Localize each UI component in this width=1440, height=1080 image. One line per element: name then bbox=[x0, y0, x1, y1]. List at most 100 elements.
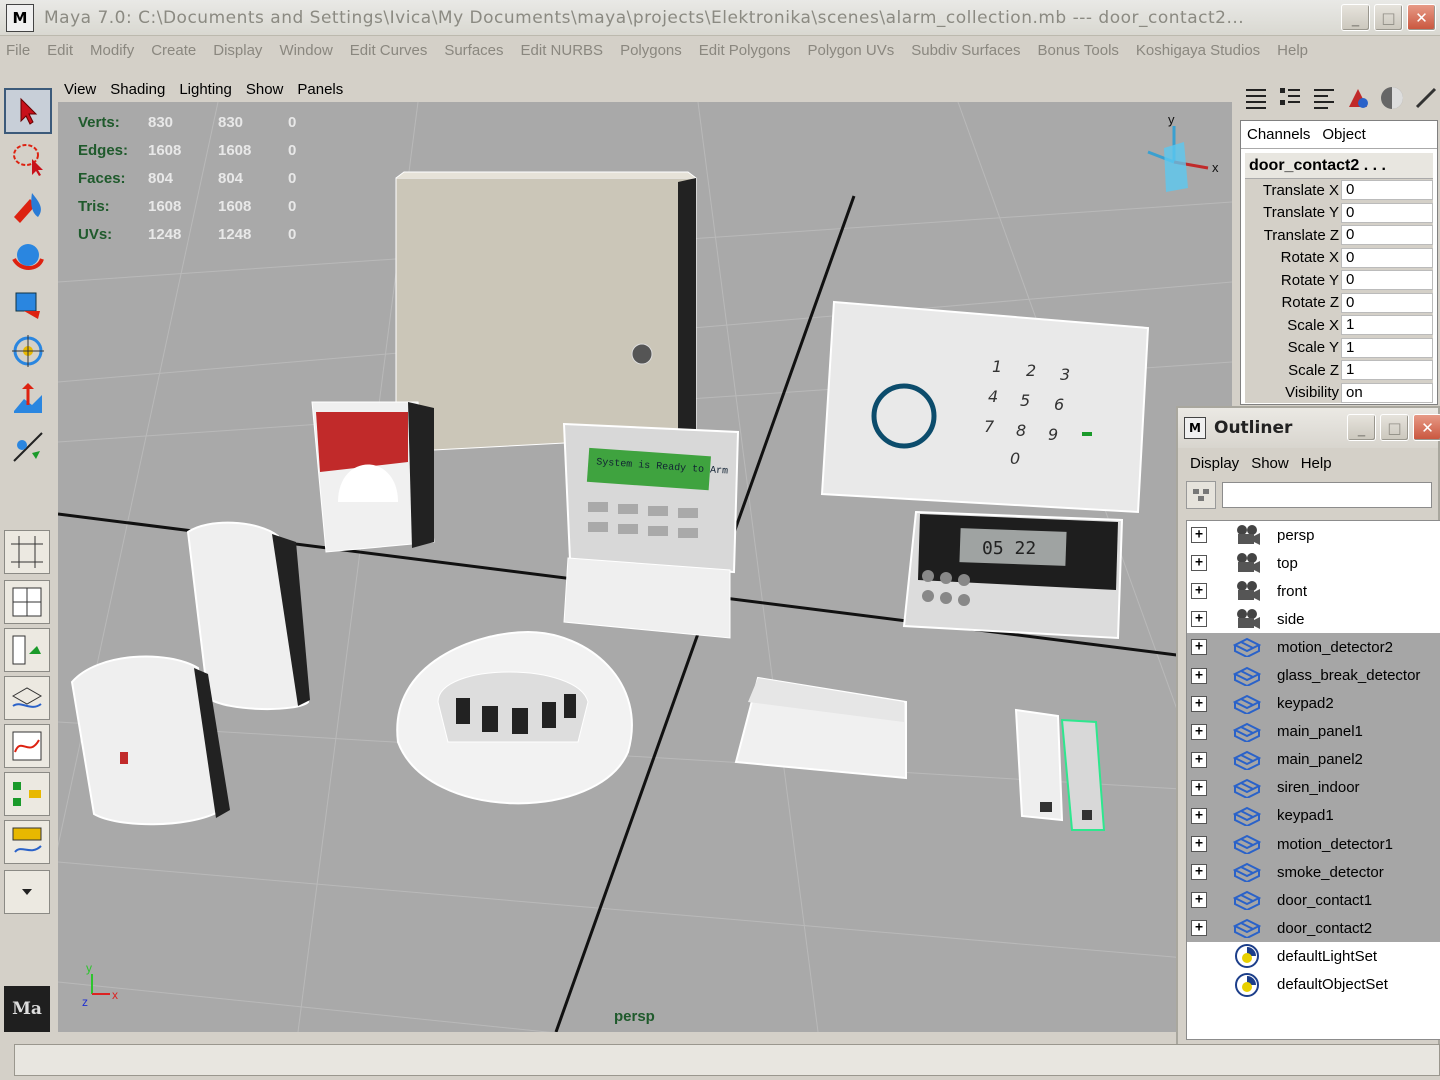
outliner-item-side[interactable]: + side bbox=[1187, 605, 1440, 633]
channel-attr-value[interactable]: on bbox=[1341, 382, 1433, 403]
outliner-title-bar[interactable]: M Outliner _ □ ✕ bbox=[1178, 408, 1440, 448]
channel-row-scale-z[interactable]: Scale Z1 bbox=[1245, 359, 1433, 382]
outliner-menu-display[interactable]: Display bbox=[1190, 455, 1239, 472]
smoke-detector-model[interactable] bbox=[396, 630, 633, 805]
outliner-item-motion-detector1[interactable]: + motion_detector1 bbox=[1187, 830, 1440, 859]
menu-surfaces[interactable]: Surfaces bbox=[444, 42, 503, 59]
siren-indoor-model[interactable] bbox=[311, 401, 435, 553]
expand-plus-icon[interactable]: + bbox=[1191, 751, 1207, 768]
channel-attr-value[interactable]: 0 bbox=[1341, 270, 1433, 291]
channel-row-translate-z[interactable]: Translate Z0 bbox=[1245, 224, 1433, 247]
expand-plus-icon[interactable]: + bbox=[1191, 779, 1207, 796]
expand-plus-icon[interactable]: + bbox=[1191, 555, 1207, 572]
channel-attr-value[interactable]: 0 bbox=[1341, 180, 1433, 201]
channel-row-scale-x[interactable]: Scale X1 bbox=[1245, 314, 1433, 337]
menu-koshigaya-studios[interactable]: Koshigaya Studios bbox=[1136, 42, 1260, 59]
hypergraph-layout-icon[interactable] bbox=[4, 772, 50, 816]
channel-row-translate-x[interactable]: Translate X0 bbox=[1245, 179, 1433, 202]
manipulator-tool-icon[interactable] bbox=[4, 376, 52, 422]
layout-menu-chevron-down-icon[interactable] bbox=[4, 870, 50, 914]
menu-edit-curves[interactable]: Edit Curves bbox=[350, 42, 428, 59]
expand-plus-icon[interactable]: + bbox=[1191, 836, 1207, 853]
outliner-item-motion-detector2[interactable]: + motion_detector2 bbox=[1187, 633, 1440, 662]
door-contact1-model[interactable] bbox=[1014, 708, 1064, 822]
outliner-item-main-panel1[interactable]: + main_panel1 bbox=[1187, 717, 1440, 746]
outliner-layout-icon[interactable] bbox=[4, 628, 50, 672]
menu-polygons[interactable]: Polygons bbox=[620, 42, 682, 59]
expand-plus-icon[interactable]: + bbox=[1191, 695, 1207, 712]
select-tool-icon[interactable] bbox=[4, 88, 52, 134]
glass-break-detector-model[interactable] bbox=[734, 676, 907, 780]
expand-plus-icon[interactable]: + bbox=[1191, 611, 1207, 628]
paint-select-tool-icon[interactable] bbox=[4, 184, 52, 230]
outliner-item-defaultobjectset[interactable]: defaultObjectSet bbox=[1187, 971, 1440, 999]
hypershade-layout-icon[interactable] bbox=[4, 676, 50, 720]
outliner-item-keypad1[interactable]: + keypad1 bbox=[1187, 801, 1440, 831]
expand-plus-icon[interactable]: + bbox=[1191, 920, 1207, 937]
channel-attr-value[interactable]: 1 bbox=[1341, 360, 1433, 381]
keypad-model[interactable]: System is Ready to Arm bbox=[562, 422, 740, 639]
channel-attr-value[interactable]: 1 bbox=[1341, 315, 1433, 336]
main-panel-display-model[interactable]: 05 22 bbox=[902, 510, 1124, 640]
attribute-editor-axis-icon[interactable] bbox=[1344, 84, 1372, 112]
outliner-filter-input[interactable] bbox=[1222, 482, 1432, 508]
channel-attr-value[interactable]: 0 bbox=[1341, 225, 1433, 246]
channel-row-translate-y[interactable]: Translate Y0 bbox=[1245, 202, 1433, 225]
main-panel-wireless-model[interactable]: 1 2 3 4 5 6 7 8 9 0 bbox=[820, 300, 1150, 514]
outliner-item-siren-indoor[interactable]: + siren_indoor bbox=[1187, 773, 1440, 802]
outliner-item-door-contact2[interactable]: + door_contact2 bbox=[1187, 914, 1440, 943]
layer-editor-only-icon[interactable] bbox=[1276, 84, 1304, 112]
single-perspective-layout-icon[interactable] bbox=[4, 530, 50, 574]
outliner-item-persp[interactable]: + persp bbox=[1187, 521, 1440, 549]
menu-edit-polygons[interactable]: Edit Polygons bbox=[699, 42, 791, 59]
channel-row-visibility[interactable]: Visibility on bbox=[1245, 382, 1433, 405]
menu-file[interactable]: File bbox=[6, 42, 30, 59]
scale-tool-icon[interactable] bbox=[4, 328, 52, 374]
channel-and-layer-icon[interactable] bbox=[1310, 84, 1338, 112]
maya-app-icon[interactable]: M bbox=[6, 3, 34, 32]
view-axis-gizmo[interactable]: y x bbox=[1147, 112, 1219, 192]
menu-help[interactable]: Help bbox=[1277, 42, 1308, 59]
main-panel-cabinet[interactable] bbox=[395, 171, 697, 453]
graph-editor-layout-icon[interactable] bbox=[4, 724, 50, 768]
menu-create[interactable]: Create bbox=[151, 42, 196, 59]
outliner-item-top[interactable]: + top bbox=[1187, 549, 1440, 577]
menu-bonus-tools[interactable]: Bonus Tools bbox=[1037, 42, 1118, 59]
expand-plus-icon[interactable]: + bbox=[1191, 892, 1207, 909]
menu-edit[interactable]: Edit bbox=[47, 42, 73, 59]
tab-channels[interactable]: Channels bbox=[1247, 126, 1310, 143]
menu-edit-nurbs[interactable]: Edit NURBS bbox=[521, 42, 604, 59]
channel-row-scale-y[interactable]: Scale Y1 bbox=[1245, 337, 1433, 360]
outliner-minimize-button[interactable]: _ bbox=[1347, 414, 1376, 441]
expand-plus-icon[interactable]: + bbox=[1191, 723, 1207, 740]
menu-display[interactable]: Display bbox=[213, 42, 262, 59]
menu-subdiv-surfaces[interactable]: Subdiv Surfaces bbox=[911, 42, 1020, 59]
perspective-viewport[interactable]: System is Ready to Arm 1 2 3 4 5 6 7 8 9… bbox=[58, 102, 1232, 1032]
outliner-close-button[interactable]: ✕ bbox=[1413, 414, 1440, 441]
channel-box-only-icon[interactable] bbox=[1242, 84, 1270, 112]
selected-object-name[interactable]: door_contact2 . . . bbox=[1245, 153, 1433, 179]
menu-modify[interactable]: Modify bbox=[90, 42, 134, 59]
menu-window[interactable]: Window bbox=[279, 42, 332, 59]
outliner-item-glass-break-detector[interactable]: + glass_break_detector bbox=[1187, 661, 1440, 690]
door-contact2-model[interactable] bbox=[1060, 718, 1106, 831]
expand-plus-icon[interactable]: + bbox=[1191, 527, 1207, 544]
outliner-maximize-button[interactable]: □ bbox=[1380, 414, 1409, 441]
outliner-item-keypad2[interactable]: + keypad2 bbox=[1187, 689, 1440, 718]
expand-plus-icon[interactable]: + bbox=[1191, 807, 1207, 824]
pin-tool-icon[interactable] bbox=[1412, 84, 1440, 112]
channel-attr-value[interactable]: 0 bbox=[1341, 202, 1433, 223]
filter-icon[interactable] bbox=[1186, 481, 1216, 509]
channel-row-rotate-y[interactable]: Rotate Y0 bbox=[1245, 269, 1433, 292]
channel-row-rotate-x[interactable]: Rotate X0 bbox=[1245, 247, 1433, 270]
panel-menu-shading[interactable]: Shading bbox=[110, 81, 165, 98]
outliner-item-front[interactable]: + front bbox=[1187, 577, 1440, 605]
outliner-item-defaultlightset[interactable]: defaultLightSet bbox=[1187, 942, 1440, 970]
close-button[interactable]: ✕ bbox=[1407, 4, 1436, 31]
channel-row-rotate-z[interactable]: Rotate Z0 bbox=[1245, 292, 1433, 315]
expand-plus-icon[interactable]: + bbox=[1191, 639, 1207, 656]
panel-menu-view[interactable]: View bbox=[64, 81, 96, 98]
expand-plus-icon[interactable]: + bbox=[1191, 864, 1207, 881]
panel-menu-lighting[interactable]: Lighting bbox=[179, 81, 232, 98]
lasso-tool-icon[interactable] bbox=[4, 136, 52, 182]
